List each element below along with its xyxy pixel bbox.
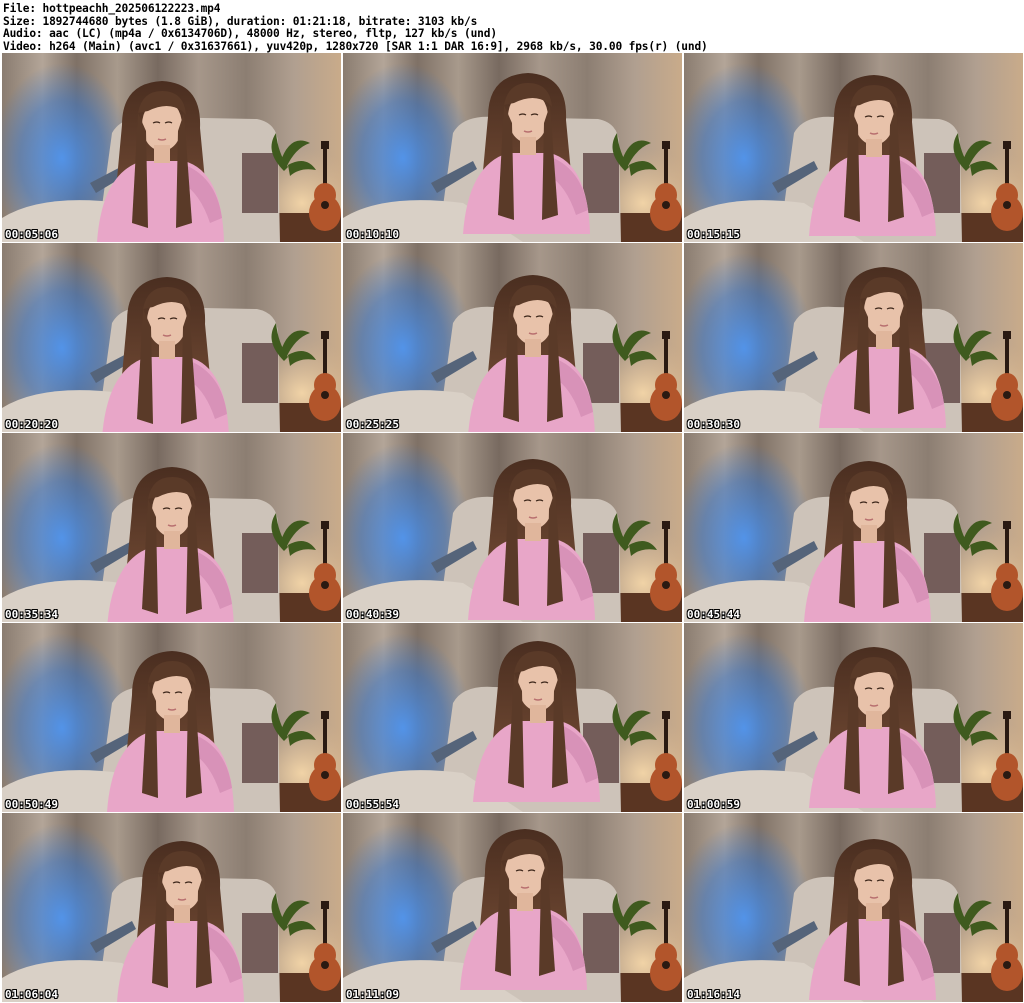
video-thumbnail-7: 00:35:34 <box>2 433 341 622</box>
video-thumbnail-4: 00:20:20 <box>2 243 341 432</box>
frame-timestamp: 00:25:25 <box>346 418 399 431</box>
video-thumbnail-12: 01:00:59 <box>684 623 1023 812</box>
video-thumbnail-10: 00:50:49 <box>2 623 341 812</box>
video-thumbnail-8: 00:40:39 <box>343 433 682 622</box>
video-thumbnail-15: 01:16:14 <box>684 813 1023 1002</box>
video-thumbnail-3: 00:15:15 <box>684 53 1023 242</box>
frame-image <box>2 813 341 1002</box>
video-thumbnail-1: 00:05:06 <box>2 53 341 242</box>
frame-image <box>343 623 682 812</box>
frame-timestamp: 01:11:09 <box>346 988 399 1001</box>
frame-image <box>684 53 1023 242</box>
video-thumbnail-5: 00:25:25 <box>343 243 682 432</box>
frame-timestamp: 00:05:06 <box>5 228 58 241</box>
frame-image <box>343 433 682 622</box>
frame-timestamp: 00:15:15 <box>687 228 740 241</box>
video-thumbnail-13: 01:06:04 <box>2 813 341 1002</box>
frame-image <box>2 623 341 812</box>
frame-image <box>684 243 1023 432</box>
video-thumbnail-2: 00:10:10 <box>343 53 682 242</box>
frame-timestamp: 00:30:30 <box>687 418 740 431</box>
frame-timestamp: 01:06:04 <box>5 988 58 1001</box>
frame-image <box>684 623 1023 812</box>
file-info-header: File: hottpeachh_202506122223.mp4 Size: … <box>0 0 1024 52</box>
frame-image <box>343 53 682 242</box>
video-info-line: Video: h264 (Main) (avc1 / 0x31637661), … <box>3 39 708 53</box>
file-name-line: File: hottpeachh_202506122223.mp4 <box>3 2 221 15</box>
video-thumbnail-6: 00:30:30 <box>684 243 1023 432</box>
frame-timestamp: 01:00:59 <box>687 798 740 811</box>
frame-image <box>343 243 682 432</box>
frame-image <box>2 53 341 242</box>
thumbnail-grid: 00:05:06 00:10:10 00:15:15 00:20:20 00:2… <box>2 53 1023 1002</box>
frame-timestamp: 00:45:44 <box>687 608 740 621</box>
frame-timestamp: 01:16:14 <box>687 988 740 1001</box>
frame-timestamp: 00:50:49 <box>5 798 58 811</box>
frame-image <box>684 813 1023 1002</box>
frame-image <box>684 433 1023 622</box>
video-thumbnail-11: 00:55:54 <box>343 623 682 812</box>
frame-image <box>2 433 341 622</box>
audio-info-line: Audio: aac (LC) (mp4a / 0x6134706D), 480… <box>3 27 497 41</box>
video-thumbnail-9: 00:45:44 <box>684 433 1023 622</box>
frame-timestamp: 00:10:10 <box>346 228 399 241</box>
video-thumbnail-14: 01:11:09 <box>343 813 682 1002</box>
frame-timestamp: 00:20:20 <box>5 418 58 431</box>
frame-image <box>2 243 341 432</box>
frame-image <box>343 813 682 1002</box>
frame-timestamp: 00:40:39 <box>346 608 399 621</box>
frame-timestamp: 00:55:54 <box>346 798 399 811</box>
frame-timestamp: 00:35:34 <box>5 608 58 621</box>
